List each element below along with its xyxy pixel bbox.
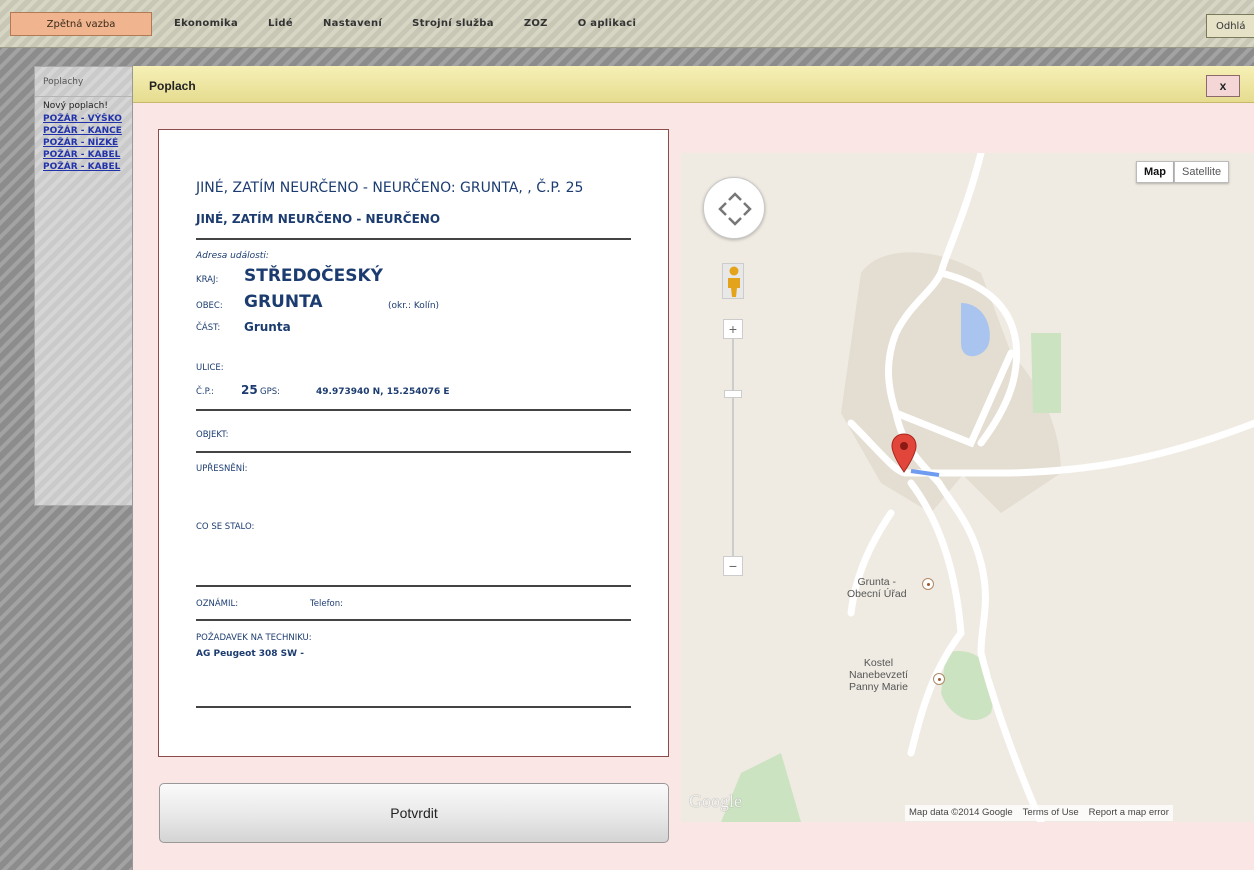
divider xyxy=(196,585,631,587)
alarm-link[interactable]: POŽÁR - KABEL xyxy=(35,149,137,161)
menu-item-strojni-sluzba[interactable]: Strojní služba xyxy=(412,18,494,29)
kraj-label: KRAJ: xyxy=(196,275,219,285)
menu-item-nastaveni[interactable]: Nastavení xyxy=(323,18,382,29)
map-label-church: Kostel Nanebevzetí Panny Marie xyxy=(849,657,908,693)
divider xyxy=(196,409,631,411)
map-label-church-line3: Panny Marie xyxy=(849,681,908,693)
map-label-office: Grunta - Obecní Úřad xyxy=(847,576,907,600)
zoom-in-button[interactable]: + xyxy=(723,319,743,339)
map-attribution-bar: Map data ©2014 Google Terms of Use Repor… xyxy=(905,805,1173,821)
zoom-out-button[interactable]: − xyxy=(723,556,743,576)
objekt-label: OBJEKT: xyxy=(196,430,229,440)
alarm-dialog: Poplach x JINÉ, ZATÍM NEURČENO - NEURČEN… xyxy=(132,66,1254,870)
map-label-office-line1: Grunta - xyxy=(857,576,897,588)
alarms-sidebar: Poplachy Nový poplach! POŽÁR - VÝŠKO POŽ… xyxy=(34,66,138,506)
dialog-header: Poplach x xyxy=(133,66,1254,103)
cp-label: Č.P.: xyxy=(196,387,215,397)
event-type: JINÉ, ZATÍM NEURČENO - NEURČENO xyxy=(196,212,441,226)
cast-value: Grunta xyxy=(244,320,291,334)
kraj-value: STŘEDOČESKÝ xyxy=(244,266,383,286)
pegman-icon xyxy=(728,266,740,297)
pozadavek-label: POŽADAVEK NA TECHNIKU: xyxy=(196,633,312,643)
menu-item-ekonomika[interactable]: Ekonomika xyxy=(174,18,238,29)
menu-item-lide[interactable]: Lidé xyxy=(268,18,293,29)
alarm-detail-card: JINÉ, ZATÍM NEURČENO - NEURČENO: GRUNTA,… xyxy=(158,129,669,757)
event-title: JINÉ, ZATÍM NEURČENO - NEURČENO: GRUNTA,… xyxy=(196,180,584,196)
map-roads xyxy=(681,153,1254,822)
office-poi-icon[interactable] xyxy=(922,578,934,590)
zoom-slider-track[interactable] xyxy=(732,339,734,557)
divider xyxy=(196,706,631,708)
co-se-stalo-label: CO SE STALO: xyxy=(196,522,255,532)
menu-item-zoz[interactable]: ZOZ xyxy=(524,18,548,29)
address-hint: Adresa události: xyxy=(196,251,269,261)
cast-label: ČÁST: xyxy=(196,323,221,333)
pan-arrows-icon xyxy=(718,192,752,226)
pan-control[interactable] xyxy=(703,177,765,239)
map-type-control: Map Satellite xyxy=(1136,161,1230,183)
map-view[interactable]: Map Satellite + − Grunta - Obecní Úřad K… xyxy=(681,153,1254,822)
zoom-slider-handle[interactable] xyxy=(724,390,742,398)
church-poi-icon[interactable] xyxy=(933,673,945,685)
divider xyxy=(196,619,631,621)
gps-label: GPS: xyxy=(260,387,280,397)
dialog-title: Poplach xyxy=(149,79,196,93)
map-label-office-line2: Obecní Úřad xyxy=(847,588,907,600)
google-logo[interactable]: Google xyxy=(689,791,742,812)
divider xyxy=(196,238,631,240)
close-button[interactable]: x xyxy=(1206,75,1240,97)
cp-value: 25 xyxy=(241,383,258,397)
menu-item-o-aplikaci[interactable]: O aplikaci xyxy=(578,18,637,29)
map-label-church-line1: Kostel xyxy=(863,657,894,669)
report-error-link[interactable]: Report a map error xyxy=(1089,807,1169,821)
alarm-link[interactable]: POŽÁR - KANCE xyxy=(35,125,137,137)
sidebar-title: Poplachy xyxy=(35,67,137,97)
alarm-link[interactable]: POŽÁR - NÍZKÉ xyxy=(35,137,137,149)
obec-value: GRUNTA xyxy=(244,292,323,312)
feedback-button[interactable]: Zpětná vazba xyxy=(10,12,152,36)
obec-label: OBEC: xyxy=(196,301,223,311)
new-alarm-notice: Nový poplach! xyxy=(43,101,108,111)
terms-link[interactable]: Terms of Use xyxy=(1023,807,1079,821)
logout-button[interactable]: Odhlá xyxy=(1206,14,1254,38)
main-menu: Ekonomika Lidé Nastavení Strojní služba … xyxy=(174,18,666,29)
alarm-link[interactable]: POŽÁR - VÝŠKO xyxy=(35,113,137,125)
confirm-button[interactable]: Potvrdit xyxy=(159,783,669,843)
map-attribution: Map data ©2014 Google xyxy=(909,807,1013,818)
top-navigation-bar: Zpětná vazba Ekonomika Lidé Nastavení St… xyxy=(0,0,1254,48)
pozadavek-value: AG Peugeot 308 SW - xyxy=(196,649,304,659)
oznamil-label: OZNÁMIL: xyxy=(196,599,239,609)
alarm-link[interactable]: POŽÁR - KABEL xyxy=(35,161,137,173)
okres-value: (okr.: Kolín) xyxy=(388,301,440,311)
upresneni-label: UPŘESNĚNÍ: xyxy=(196,464,248,474)
street-view-pegman[interactable] xyxy=(722,263,744,299)
telefon-label: Telefon: xyxy=(310,599,344,609)
map-type-satellite-button[interactable]: Satellite xyxy=(1174,161,1230,183)
gps-value: 49.973940 N, 15.254076 E xyxy=(316,387,450,397)
map-label-church-line2: Nanebevzetí xyxy=(849,669,908,681)
location-marker-icon[interactable] xyxy=(891,433,917,473)
map-type-map-button[interactable]: Map xyxy=(1136,161,1174,183)
ulice-label: ULICE: xyxy=(196,363,224,373)
divider xyxy=(196,451,631,453)
